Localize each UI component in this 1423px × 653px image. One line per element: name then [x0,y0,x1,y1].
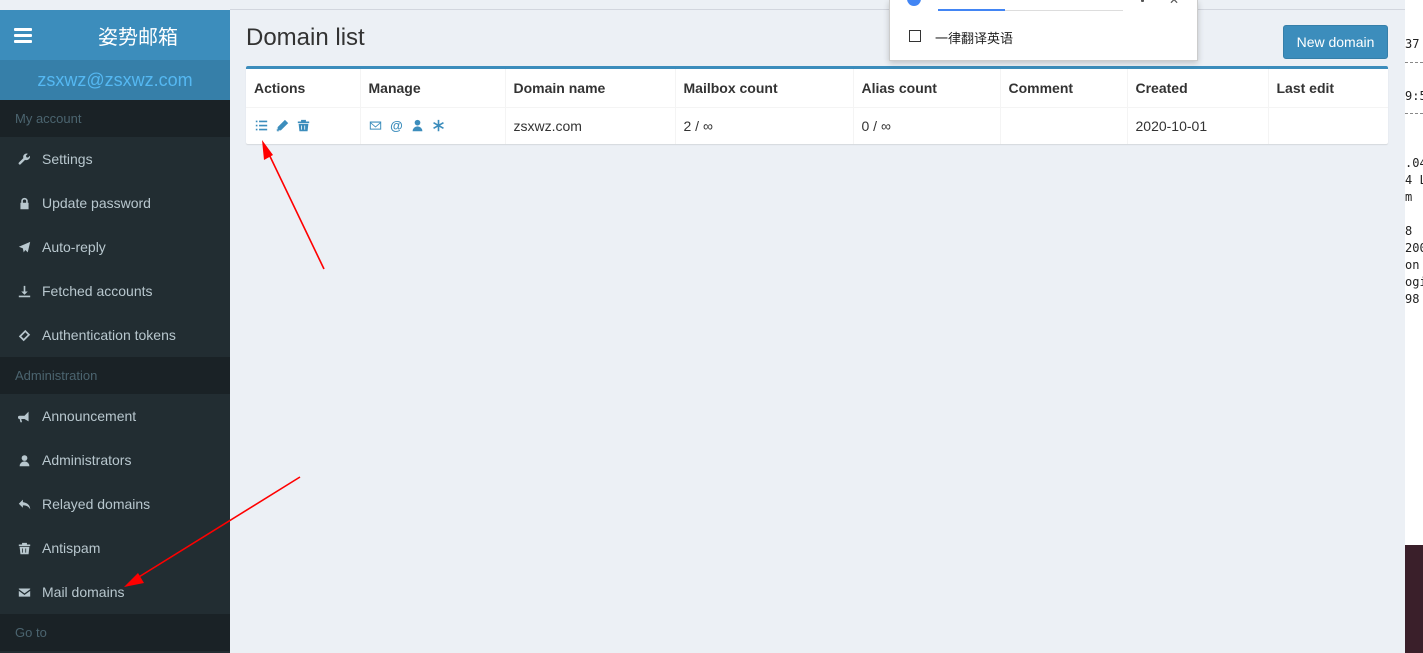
sidebar: 姿势邮箱 zsxwz@zsxwz.com My account Settings… [0,10,230,653]
asterisk-icon[interactable] [432,119,446,133]
language-tab-active-indicator [938,9,1005,11]
terminal-line: 37 [1405,37,1420,51]
user-icon [17,453,31,467]
envelope-icon[interactable] [369,119,383,133]
reply-icon [17,497,31,511]
sidebar-item-label: Auto-reply [42,239,106,255]
column-header-domain-name: Domain name [505,69,676,108]
column-header-last-edit: Last edit [1268,69,1388,108]
column-header-mailbox-count: Mailbox count [675,69,854,108]
cell-mailbox-count: 2 / ∞ [675,107,854,144]
list-icon[interactable] [254,119,268,133]
new-domain-button[interactable]: New domain [1283,25,1388,59]
sidebar-item-label: Relayed domains [42,496,151,512]
terminal-divider [1405,62,1423,63]
brand-title: 姿势邮箱 [98,24,178,49]
terminal-line: .04 [1405,156,1423,170]
envelope-icon [17,585,31,599]
at-icon[interactable]: @ [390,118,404,133]
column-header-comment: Comment [1000,69,1128,108]
terminal-line: 9:5 [1405,89,1423,103]
trash-icon [17,541,31,555]
more-options-icon[interactable] [1141,0,1144,2]
column-header-manage: Manage [360,69,506,108]
trash-icon[interactable] [296,119,310,133]
cell-created: 2020-10-01 [1127,107,1269,144]
cell-manage: @ [360,107,506,144]
sidebar-item-auto-reply[interactable]: Auto-reply [0,225,230,269]
user-icon[interactable] [411,119,425,133]
user-email: zsxwz@zsxwz.com [37,70,193,90]
sidebar-item-label: Announcement [42,408,137,424]
section-header-my-account: My account [0,100,230,137]
cell-domain-name: zsxwz.com [505,107,676,144]
sidebar-item-label: Antispam [42,540,101,556]
sidebar-item-label: Fetched accounts [42,283,153,299]
close-icon[interactable]: ✕ [1169,0,1179,7]
sidebar-item-label: Mail domains [42,584,125,600]
wrench-icon [17,152,31,166]
section-header-go-to: Go to [0,614,230,651]
sidebar-item-label: Authentication tokens [42,327,176,343]
main-content: Domain list New domain Actions Manage Do… [230,10,1405,653]
sidebar-item-relayed-domains[interactable]: Relayed domains [0,482,230,526]
terminal-line: 98 [1405,292,1420,306]
background-terminal-window: 37 9:5 .04 4 L m 8 200 on ogi 98 [1405,0,1423,653]
page-title: Domain list [246,24,365,51]
translate-popup: ✕ 一律翻译英语 [889,0,1198,61]
sidebar-item-update-password[interactable]: Update password [0,181,230,225]
brand-bar: 姿势邮箱 [0,10,230,60]
sidebar-item-label: Update password [42,195,151,211]
domain-table-box: Actions Manage Domain name Mailbox count… [246,66,1388,144]
terminal-line: m [1405,190,1413,204]
terminal-divider [1405,113,1423,114]
terminal-line: ogi [1405,275,1423,289]
domain-table: Actions Manage Domain name Mailbox count… [246,69,1388,144]
google-translate-logo-icon [907,0,921,6]
ticket-icon [17,328,31,342]
sidebar-item-administrators[interactable]: Administrators [0,438,230,482]
column-header-alias-count: Alias count [853,69,1001,108]
sidebar-item-label: Administrators [42,452,132,468]
table-header-row: Actions Manage Domain name Mailbox count… [246,69,1388,108]
pencil-icon[interactable] [275,119,289,133]
terminal-line: on [1405,258,1420,272]
sidebar-item-authentication-tokens[interactable]: Authentication tokens [0,313,230,357]
cell-alias-count: 0 / ∞ [853,107,1001,144]
sidebar-item-label: Settings [42,151,93,167]
terminal-line: 8 [1405,224,1413,238]
plane-icon [17,240,31,254]
download-icon [17,284,31,298]
bullhorn-icon [17,409,31,423]
sidebar-item-fetched-accounts[interactable]: Fetched accounts [0,269,230,313]
sidebar-item-announcement[interactable]: Announcement [0,394,230,438]
column-header-actions: Actions [246,69,361,108]
table-row: @ zsxwz.com 2 / ∞ 0 / ∞ 2020-10-01 [246,107,1388,144]
sidebar-item-antispam[interactable]: Antispam [0,526,230,570]
user-email-bar: zsxwz@zsxwz.com [0,60,230,100]
section-header-administration: Administration [0,357,230,394]
cell-actions [246,107,361,144]
terminal-line: 200 [1405,241,1423,255]
sidebar-item-mail-domains[interactable]: Mail domains [0,570,230,614]
background-image-thumbnail [1405,545,1423,653]
menu-toggle-icon[interactable] [0,10,46,60]
always-translate-label: 一律翻译英语 [935,32,1014,47]
column-header-created: Created [1127,69,1269,108]
always-translate-checkbox[interactable] [909,30,921,42]
cell-last-edit [1268,107,1388,144]
cell-comment [1000,107,1128,144]
lock-icon [17,196,31,210]
terminal-line: 4 L [1405,173,1423,187]
sidebar-item-settings[interactable]: Settings [0,137,230,181]
